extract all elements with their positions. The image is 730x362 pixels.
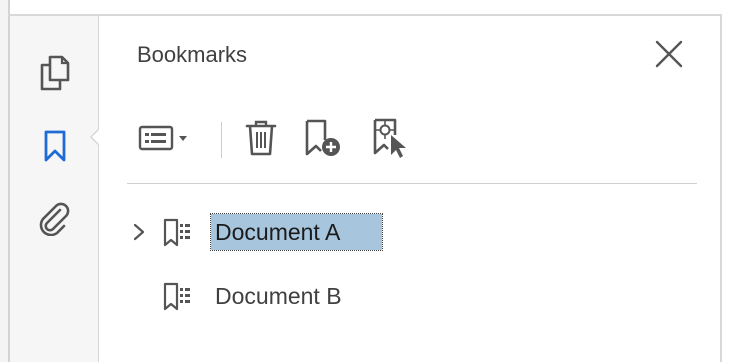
trash-icon <box>245 120 277 156</box>
bookmark-document-icon <box>163 282 190 311</box>
new-bookmark-icon <box>305 119 340 156</box>
paperclip-icon <box>39 202 70 236</box>
toolbar-divider <box>127 183 697 184</box>
bookmarks-panel: Bookmarks Document A Document B <box>99 16 720 362</box>
bookmark-from-selection-icon <box>373 118 406 158</box>
close-icon <box>655 40 683 68</box>
expand-button[interactable] <box>131 222 147 242</box>
panel-right-border <box>720 14 722 362</box>
bookmark-row[interactable]: Document B <box>127 276 527 316</box>
bookmark-row[interactable]: Document A <box>127 212 527 252</box>
close-panel-button[interactable] <box>649 34 689 74</box>
delete-bookmark-button[interactable] <box>239 116 283 160</box>
toolbar-separator <box>221 122 222 158</box>
page-thumbnails-button[interactable] <box>30 48 80 98</box>
bookmark-from-selection-button[interactable] <box>367 116 417 160</box>
new-bookmark-button[interactable] <box>299 116 347 160</box>
bookmark-label[interactable]: Document A <box>210 213 383 251</box>
page-thumbnails-icon <box>40 55 70 91</box>
navigation-icon-rail <box>10 16 99 362</box>
bookmarks-panel-button[interactable] <box>30 121 80 171</box>
bookmark-document-icon <box>163 218 190 247</box>
options-menu-button[interactable] <box>137 116 199 160</box>
window-left-edge <box>0 0 10 362</box>
bookmark-label[interactable]: Document B <box>211 278 346 314</box>
attachments-panel-button[interactable] <box>30 194 80 244</box>
chevron-right-icon <box>133 223 145 241</box>
panel-title: Bookmarks <box>137 42 248 67</box>
options-menu-icon <box>138 125 187 151</box>
bookmark-icon <box>44 130 66 162</box>
